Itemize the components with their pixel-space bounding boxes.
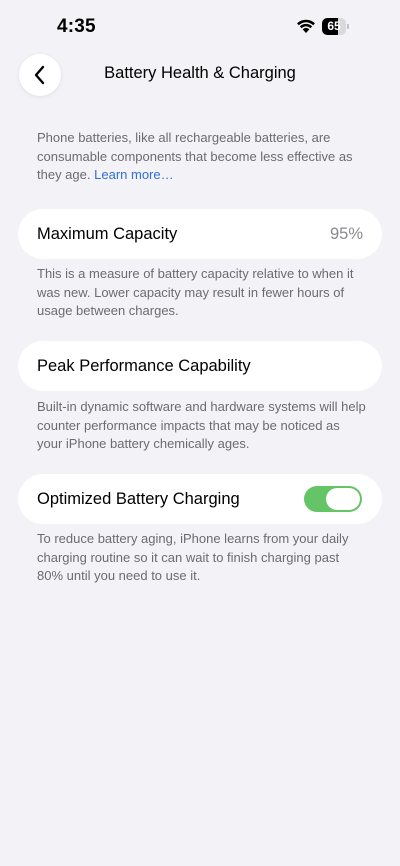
maximum-capacity-value: 95% [329,225,363,243]
toggle-knob [326,488,360,510]
peak-performance-footer: Built-in dynamic software and hardware s… [37,399,366,451]
page-title: Battery Health & Charging [104,64,296,82]
intro-text: Phone batteries, like all rechargeable b… [37,129,367,185]
status-time: 4:35 [57,16,96,37]
optimized-charging-cell: Optimized Battery Charging [18,474,382,524]
peak-performance-label: Peak Performance Capability [37,357,251,375]
optimized-charging-footer: To reduce battery aging, iPhone learns f… [37,531,349,583]
maximum-capacity-cell: Maximum Capacity 95% [18,209,382,259]
status-bar: 4:35 65 [0,0,400,54]
intro-body: Phone batteries, like all rechargeable b… [37,130,353,182]
battery-level: 65 [327,19,341,33]
wifi-icon [296,18,316,34]
learn-more-link[interactable]: Learn more… [94,167,173,182]
maximum-capacity-label: Maximum Capacity [37,225,178,243]
optimized-charging-label: Optimized Battery Charging [37,490,240,508]
battery-icon: 65 [322,18,350,35]
peak-performance-cell[interactable]: Peak Performance Capability [18,341,382,391]
maximum-capacity-footer: This is a measure of battery capacity re… [37,266,354,318]
optimized-charging-toggle[interactable] [304,486,362,512]
